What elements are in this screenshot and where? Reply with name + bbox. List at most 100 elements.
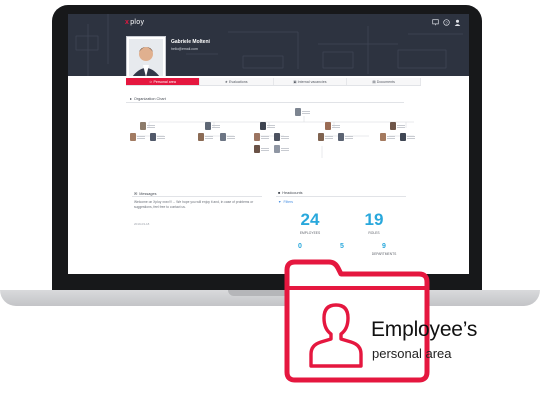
profile-avatar[interactable] [126,36,166,76]
org-line [387,135,395,137]
org-node-text [302,110,310,114]
org-line [261,137,269,139]
org-line [261,149,269,151]
org-line [407,135,415,137]
org-node-text [332,124,340,128]
message-body: Welcome on Xploy xxxx!!! ... We hope you… [134,200,254,209]
tab-personal-area[interactable]: ☺ Personal area [126,78,200,85]
org-line [212,124,220,126]
avatar [150,133,156,141]
departments-count: 9 [382,243,386,250]
tab-label: Documents [376,79,395,84]
logo-text: ploy [130,19,145,26]
org-node[interactable] [400,133,418,141]
avatar [254,133,260,141]
stat-count-b: 5 [340,243,344,250]
org-line [325,135,333,137]
org-line [205,137,213,139]
org-line [281,147,289,149]
org-node-text [137,135,145,139]
org-line [302,110,310,112]
org-node[interactable] [274,145,292,153]
org-node[interactable] [274,133,292,141]
avatar [295,108,301,116]
org-line [332,124,340,126]
org-line [281,149,289,151]
star-icon: ★ [224,79,228,84]
tab-evaluations[interactable]: ★ Evaluations [199,78,274,85]
org-node[interactable] [130,133,148,141]
org-line [345,135,353,137]
org-line [332,126,340,128]
org-node[interactable] [318,133,336,141]
org-node-text [345,135,353,139]
roles-count: 19 [364,210,384,229]
org-line [397,124,405,126]
tab-documents[interactable]: ▤ Documents [347,78,421,85]
org-line [205,135,213,137]
avatar [318,133,324,141]
org-node-text [387,135,395,139]
avatar [205,122,211,130]
org-node-text [267,124,275,128]
org-node[interactable] [254,133,272,141]
org-node[interactable] [220,133,238,141]
org-line [147,124,155,126]
avatar [400,133,406,141]
logo-mark: x [125,19,130,26]
org-node-text [281,147,289,151]
app-logo[interactable]: xploy [125,19,144,26]
org-node-text [205,135,213,139]
overlay-subtitle: personal area [372,346,452,361]
page: xploy ? Gabriele Molteni hello@email.com… [0,0,540,401]
org-line [147,126,155,128]
avatar [274,133,280,141]
tab-bar: ☺ Personal area ★ Evaluations ▣ Internal va… [126,78,421,86]
org-node[interactable] [295,108,313,116]
org-line [137,137,145,139]
headcount-divider [276,196,406,197]
org-node-text [407,135,415,139]
org-line [267,126,275,128]
org-node[interactable] [338,133,356,141]
user-email[interactable]: hello@email.com [171,47,198,51]
org-line [407,137,415,139]
org-node[interactable] [260,122,278,130]
org-node[interactable] [325,122,343,130]
employees-label: EMPLOYEES [299,231,321,235]
headcount-header: ■ Headcounts [278,191,303,195]
document-icon: ▤ [372,79,376,84]
org-chart-header: ▸ Organization Chart [130,96,166,102]
org-line [397,126,405,128]
filters-toggle[interactable]: ▼ Filters [278,200,293,204]
org-line [157,137,165,139]
org-node[interactable] [150,133,168,141]
avatar [130,133,136,141]
org-node[interactable] [254,145,272,153]
help-icon[interactable]: ? [442,18,450,26]
org-line [227,137,235,139]
tab-internal-vacancies[interactable]: ▣ Internal vacancies [273,78,348,85]
org-line [137,135,145,137]
avatar [220,133,226,141]
org-node-text [261,135,269,139]
org-node[interactable] [390,122,408,130]
org-node[interactable] [140,122,158,130]
employees-count: 24 [300,210,320,229]
org-line [345,137,353,139]
avatar [198,133,204,141]
org-line [267,124,275,126]
org-line [281,135,289,137]
avatar [260,122,266,130]
people-icon: ■ [278,191,281,195]
org-node[interactable] [198,133,216,141]
tab-label: Personal area [153,79,176,84]
org-node[interactable] [380,133,398,141]
org-line [157,135,165,137]
org-line [261,147,269,149]
monitor-icon[interactable] [431,18,439,26]
user-icon[interactable] [453,18,461,26]
app-screen: xploy ? Gabriele Molteni hello@email.com… [68,14,469,274]
org-node-text [261,147,269,151]
org-node[interactable] [205,122,223,130]
